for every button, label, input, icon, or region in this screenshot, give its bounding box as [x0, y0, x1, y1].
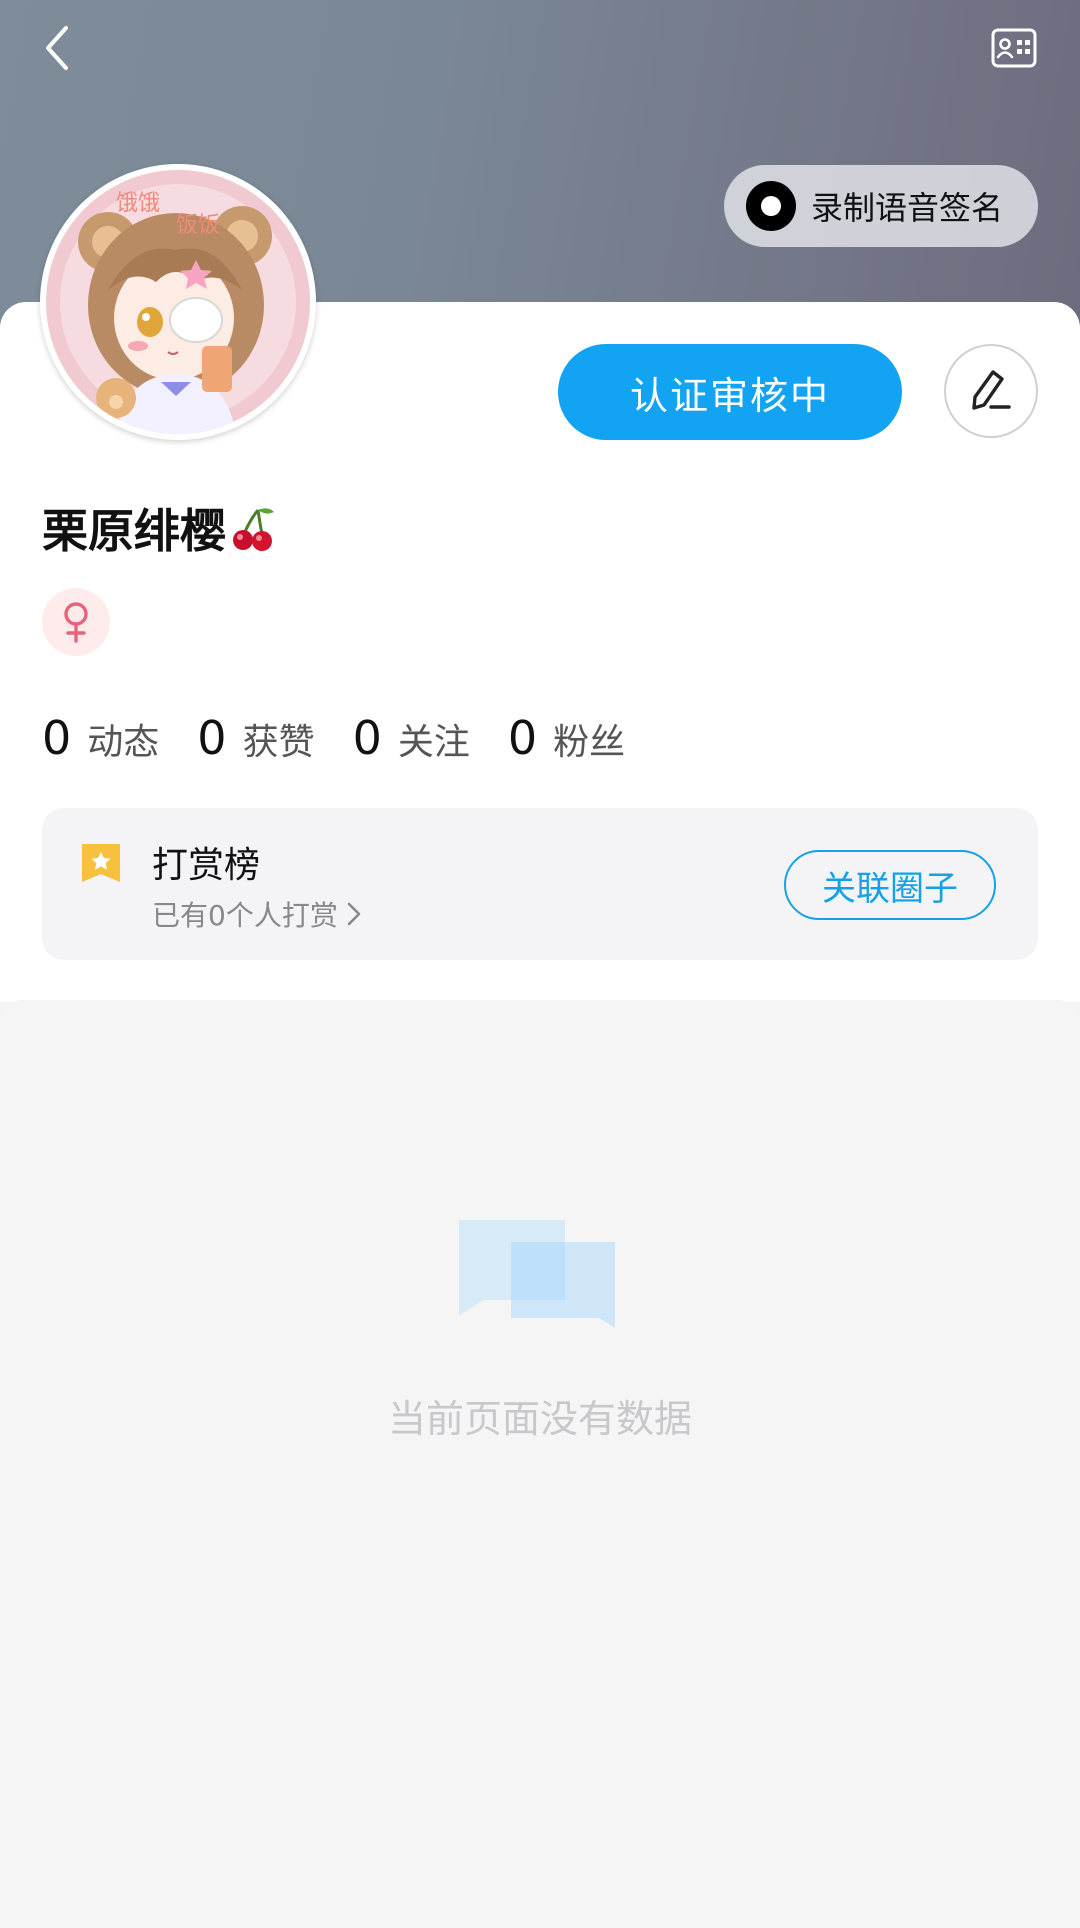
- stat-value: 0: [507, 711, 538, 765]
- cherry-emoji-icon: [230, 504, 276, 552]
- stats-row: 0 动态 0 获赞 0 关注 0 粉丝: [42, 708, 663, 768]
- chevron-left-icon: [46, 26, 68, 70]
- reward-ribbon-icon: [82, 844, 120, 882]
- record-voice-signature-button[interactable]: 录制语音签名: [724, 165, 1038, 247]
- gender-badge: [42, 588, 110, 656]
- stat-value: 0: [197, 711, 227, 765]
- profile-card-button[interactable]: [990, 26, 1038, 70]
- stat-label: 动态: [87, 722, 160, 763]
- pencil-icon: [972, 370, 1011, 410]
- reward-subtitle-link[interactable]: 已有0个人打赏: [152, 894, 362, 934]
- female-icon: [64, 602, 88, 643]
- link-circle-button[interactable]: 关联圈子: [784, 850, 996, 920]
- avatar[interactable]: 饿饿 饭饭: [40, 164, 316, 440]
- verification-status-button[interactable]: 认证审核中: [558, 344, 902, 440]
- content-area: 当前页面没有数据: [0, 1000, 1080, 1928]
- chat-bubbles-icon: [459, 1220, 615, 1328]
- stat-value: 0: [352, 711, 382, 765]
- username-text: 栗原绯樱: [42, 504, 226, 558]
- record-voice-label: 录制语音签名: [811, 189, 1004, 227]
- record-icon: [746, 181, 796, 231]
- stat-fans[interactable]: 0 粉丝: [508, 711, 625, 765]
- back-button[interactable]: [30, 18, 84, 78]
- username: 栗原绯樱: [42, 498, 276, 558]
- stat-likes[interactable]: 0 获赞: [197, 711, 314, 765]
- stat-label: 获赞: [242, 722, 315, 763]
- reward-subtitle: 已有0个人打赏: [152, 899, 338, 932]
- avatar-image: 饿饿 饭饭: [46, 170, 310, 434]
- stat-value: 0: [42, 711, 72, 765]
- svg-text:饿饿: 饿饿: [116, 191, 160, 216]
- stat-posts[interactable]: 0 动态: [42, 711, 159, 765]
- edit-profile-button[interactable]: [944, 344, 1038, 438]
- stat-label: 关注: [397, 722, 470, 763]
- stat-following[interactable]: 0 关注: [353, 711, 470, 765]
- business-card-icon: [991, 28, 1037, 68]
- reward-leaderboard-card[interactable]: 打赏榜 已有0个人打赏 关联圈子: [42, 808, 1038, 960]
- reward-title: 打赏榜: [152, 845, 261, 886]
- svg-text:饭饭: 饭饭: [176, 213, 220, 238]
- empty-state-message: 当前页面没有数据: [387, 1397, 692, 1441]
- stat-label: 粉丝: [553, 722, 626, 763]
- chevron-right-icon: [346, 900, 362, 928]
